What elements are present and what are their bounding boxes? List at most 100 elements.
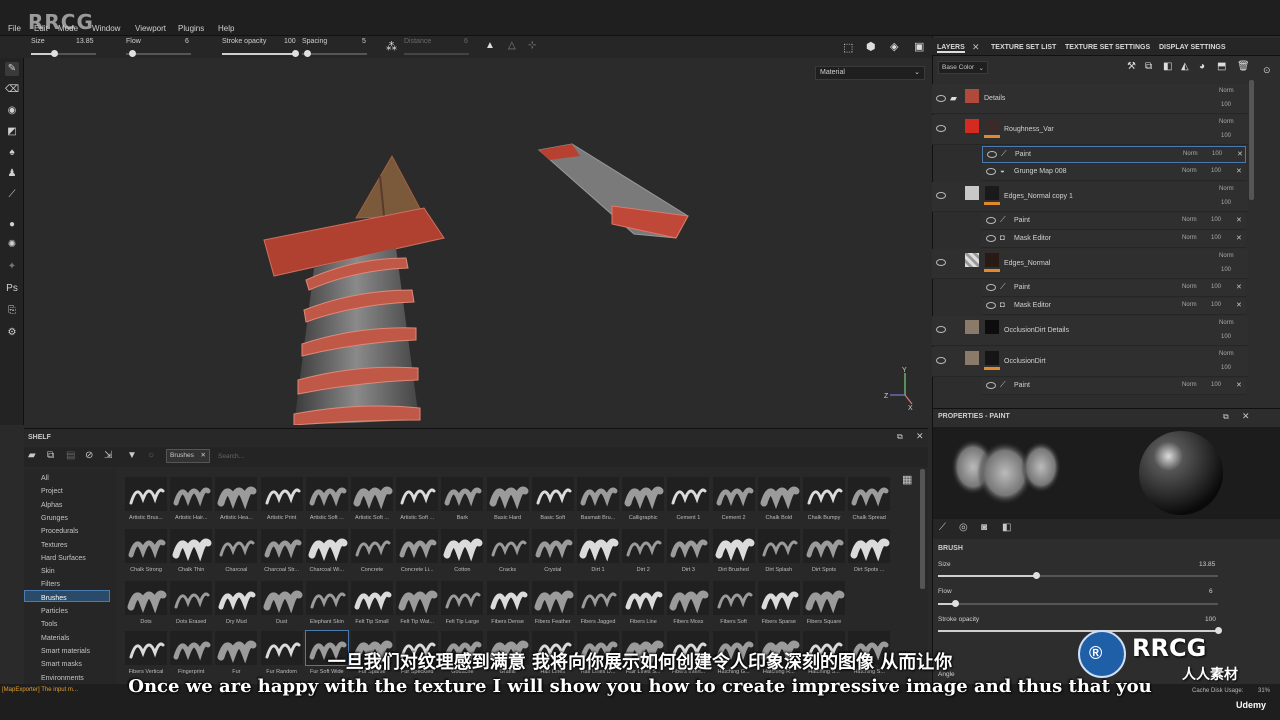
paint-brush-icon[interactable]: ✎ [5,62,19,76]
brush-thumbnail[interactable] [712,581,755,615]
shelf-category-item[interactable]: Procedurals [41,528,78,535]
shelf-category-item[interactable]: All [41,475,49,482]
clone-icon[interactable]: ♟ [5,167,19,181]
menu-viewport[interactable]: Viewport [135,24,166,33]
brush-thumbnail[interactable] [125,477,167,511]
viewport-material-select[interactable]: Material ⌄ [815,66,925,80]
brush-thumbnail[interactable] [667,529,710,563]
brush-thumbnail[interactable] [622,529,665,563]
brush-thumbnail[interactable] [441,477,484,511]
photoshop-icon[interactable]: Ps [5,282,19,296]
hide-icon[interactable]: ⊘ [85,450,93,461]
layer-opacity[interactable]: 100 [1211,168,1221,174]
layer-opacity[interactable]: 100 [1211,217,1221,223]
brush-thumbnail[interactable] [848,529,891,563]
menu-help[interactable]: Help [218,24,234,33]
brush-thumbnail[interactable] [305,529,348,563]
smudge-icon[interactable]: ♠ [5,146,19,160]
layer-opacity[interactable]: 100 [1221,133,1231,139]
visibility-eye-icon[interactable] [986,382,996,389]
stroke-opacity-knob[interactable] [292,50,299,57]
bake-icon[interactable]: ● [5,218,19,232]
shelf-category-item[interactable]: Alphas [41,502,62,509]
layer-blend-mode[interactable]: Norm [1182,168,1197,174]
brush-thumbnail[interactable] [531,529,574,563]
brush-thumbnail[interactable] [486,581,529,615]
brush-thumbnail[interactable] [260,581,303,615]
export-icon[interactable]: ⎘ [5,304,19,318]
filter-icon[interactable]: ▼ [127,450,137,461]
shelf-category-item[interactable]: Materials [41,635,69,642]
layer-blend-mode[interactable]: Norm [1219,88,1234,94]
visibility-eye-icon[interactable] [986,284,996,291]
brush-thumbnail[interactable] [486,529,529,563]
layer-opacity[interactable]: 100 [1221,267,1231,273]
layer-opacity[interactable]: 100 [1221,200,1231,206]
brush-thumbnail[interactable] [712,477,755,511]
layer-opacity[interactable]: 100 [1211,302,1221,308]
add-effect-icon[interactable]: ◭ [1181,61,1189,72]
layer-blend-mode[interactable]: Norm [1182,302,1197,308]
brush-thumbnail[interactable] [351,477,393,511]
sublayer-row[interactable]: ⟋ Paint Norm 100 ✕ [982,280,1246,297]
brush-thumbnail[interactable] [170,581,213,615]
tab-display-settings[interactable]: DISPLAY SETTINGS [1159,44,1226,51]
remove-icon[interactable]: ✕ [1236,167,1242,175]
refresh-icon[interactable]: ○ [148,450,154,461]
flow-value[interactable]: 6 [185,38,189,45]
brush-thumbnail[interactable] [577,477,619,511]
brush-thumbnail[interactable] [577,529,619,563]
shelf-category-item[interactable]: Project [41,488,63,495]
brush-thumbnail[interactable] [441,529,484,563]
brush-thumbnail[interactable] [215,529,258,563]
layer-blend-mode[interactable]: Norm [1219,186,1234,192]
spacing-slider[interactable] [302,53,367,55]
layer-opacity[interactable]: 100 [1221,365,1231,371]
brush-thumbnail[interactable] [125,529,167,563]
filter-tag[interactable]: Brushes ✕ [166,449,210,463]
import-icon[interactable]: ⇲ [104,450,112,461]
shelf-category-item[interactable]: Brushes [41,595,67,602]
brush-thumbnail[interactable] [170,529,213,563]
color-picker-icon[interactable]: ⟋ [5,188,19,202]
layer-blend-mode[interactable]: Norm [1183,151,1198,157]
brush-thumbnail[interactable] [170,477,213,511]
brush-thumbnail[interactable] [577,581,619,615]
layer-row[interactable]: Roughness_Var Norm 100 [932,115,1248,145]
mirror-icon[interactable]: ⊹ [528,40,536,51]
layer-row[interactable]: Edges_Normal Norm 100 [932,249,1248,279]
menu-plugins[interactable]: Plugins [178,24,204,33]
brush-thumbnail[interactable] [531,581,574,615]
panel-options-icon[interactable]: ⊙ [1263,65,1271,76]
brush-thumbnail[interactable] [396,529,439,563]
remove-filter-icon[interactable]: ✕ [201,451,206,459]
visibility-eye-icon[interactable] [986,168,996,175]
remove-icon[interactable]: ✕ [1236,234,1242,242]
brush-size-value[interactable]: 13.85 [1199,561,1215,568]
shelf-category-item[interactable]: Textures [41,542,67,549]
menu-edit[interactable]: Edit [34,24,48,33]
screenshot-icon[interactable]: ▣ [914,40,924,53]
spacing-knob[interactable] [304,50,311,57]
3d-viewport[interactable]: Y Z X [24,58,932,425]
close-icon[interactable]: ✕ [1242,411,1250,422]
shelf-search-input[interactable]: Search... [218,453,244,460]
brush-thumbnail[interactable] [667,477,710,511]
brush-flow-value[interactable]: 6 [1209,588,1213,595]
size-value[interactable]: 13.85 [76,38,94,45]
copy-layer-icon[interactable]: ⬒ [1217,61,1226,72]
polygon-fill-icon[interactable]: ◩ [5,125,19,139]
brush-thumbnail[interactable] [441,581,484,615]
visibility-eye-icon[interactable] [936,125,946,132]
brush-thumbnail[interactable] [215,581,258,615]
visibility-eye-icon[interactable] [987,151,997,158]
brush-thumbnail[interactable] [803,581,845,615]
add-layer-icon[interactable]: ⧉ [1145,61,1152,72]
brush-thumbnail[interactable] [396,477,439,511]
brush-thumbnail[interactable] [667,581,710,615]
layer-blend-mode[interactable]: Norm [1219,351,1234,357]
remove-icon[interactable]: ✕ [1237,150,1243,158]
material-tab-icon[interactable]: ◧ [1002,522,1011,533]
brush-thumbnail[interactable] [215,477,258,511]
brush-thumbnail[interactable] [351,581,393,615]
